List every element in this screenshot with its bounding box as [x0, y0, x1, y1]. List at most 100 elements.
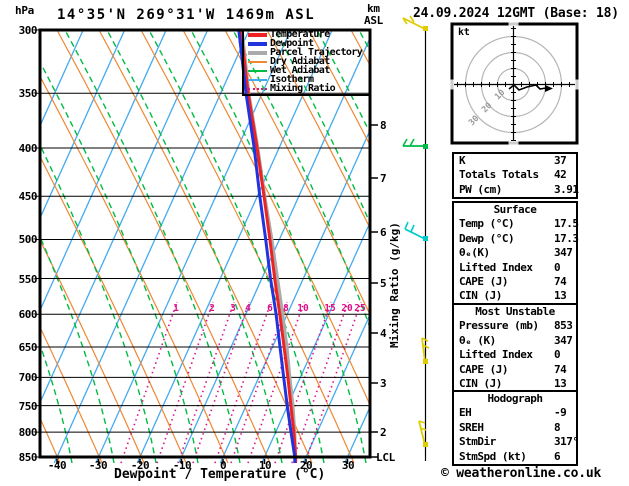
wind-barb — [402, 15, 428, 31]
indices-value: 42 — [554, 168, 567, 182]
surface-table: Surface Temp (°C) 17.5 Dewp (°C) 17.3 θₑ(K) 34… — [452, 201, 579, 306]
indices-row: Totals Totals 42 — [454, 168, 576, 182]
indices-table: K 37 Totals Totals 42 PW (cm) 3.91 — [452, 152, 579, 200]
hodograph-ring-label: 20 — [480, 101, 494, 115]
hodograph-table: Hodograph EH -9 SREH 8 StmDir 317° StmSpd (kt) 6 — [452, 390, 579, 466]
hodograph-value: 8 — [554, 420, 561, 434]
mixing-ratio-tick-label: 20 — [341, 303, 353, 314]
temp-tick-label: -30 — [88, 459, 108, 472]
mixing-ratio-tick-label: 6 — [267, 303, 273, 314]
isotherm-line — [53, 30, 250, 464]
wet-adiabat-line — [611, 30, 629, 463]
hodograph-row: SREH 8 — [454, 421, 576, 435]
indices-label: Totals Totals — [459, 168, 539, 182]
hodograph-plot: 102030 — [450, 22, 579, 145]
surface-label: CIN (J) — [459, 289, 502, 303]
dewpoint-legend-swatch — [248, 42, 267, 46]
mixing-ratio-line — [120, 301, 178, 464]
km-tick-label: 4 — [380, 327, 387, 340]
mixing-ratio-legend-swatch — [248, 88, 267, 90]
dry-adiabat-line — [603, 30, 629, 463]
surface-label: Temp (°C) — [459, 217, 515, 231]
most-unstable-value: 853 — [554, 319, 573, 333]
km-tick-label: 7 — [380, 172, 387, 185]
surface-label: θₑ(K) — [459, 246, 490, 260]
most-unstable-row: Pressure (mb) 853 — [454, 319, 576, 333]
temp-tick-label: 30 — [341, 459, 355, 472]
wind-barb — [404, 221, 428, 241]
km-tick-label: 6 — [380, 226, 387, 239]
surface-value: 17.5 — [554, 217, 579, 231]
wind-barb — [402, 138, 428, 149]
temp-tick-label: 0 — [219, 459, 227, 472]
hodograph-trace — [508, 83, 547, 91]
surface-value: 0 — [554, 260, 561, 274]
most-unstable-label: CIN (J) — [459, 376, 502, 390]
mixing-ratio-tick-label: 2 — [209, 303, 215, 314]
surface-row: Lifted Index 0 — [454, 261, 576, 275]
mixing-ratio-tick-label: 8 — [283, 303, 289, 314]
hodograph-title: Hodograph — [487, 392, 543, 405]
temp-tick-label: -10 — [172, 459, 192, 472]
pressure-tick-label: 650 — [18, 341, 38, 354]
surface-title: Surface — [493, 203, 537, 216]
hodograph-ring-label: 30 — [467, 114, 481, 128]
hodograph-row: EH -9 — [454, 406, 576, 420]
hodograph-value: 6 — [554, 449, 561, 463]
surface-label: Lifted Index — [459, 260, 533, 274]
temp-tick-label: 20 — [299, 459, 313, 472]
pressure-tick-label: 600 — [18, 308, 38, 321]
hodograph-row: StmSpd (kt) 6 — [454, 450, 576, 464]
surface-value: 17.3 — [554, 231, 579, 245]
most-unstable-value: 74 — [554, 362, 567, 376]
hodograph-label: EH — [459, 406, 472, 420]
indices-row: K 37 — [454, 154, 576, 168]
most-unstable-row: θₑ (K) 347 — [454, 334, 576, 348]
most-unstable-value: 0 — [554, 348, 561, 362]
pressure-tick-label: 850 — [18, 451, 38, 464]
pressure-tick-label: 750 — [18, 400, 38, 413]
indices-label: K — [459, 154, 466, 167]
temp-tick-label: -40 — [47, 459, 67, 472]
dry-adiabat-legend-swatch — [248, 61, 267, 63]
hodograph-value: -9 — [554, 406, 567, 420]
indices-row: PW (cm) 3.91 — [454, 182, 579, 197]
indices-label: PW (cm) — [459, 182, 502, 196]
isotherm-line — [40, 30, 209, 405]
skewt-sounding-page: hPa 14°35'N 269°31'W 1469m ASL km ASL 24… — [0, 0, 629, 486]
most-unstable-label: Lifted Index — [459, 348, 533, 362]
wind-barb — [418, 420, 428, 447]
mixing-ratio-tick-label: 25 — [354, 303, 366, 314]
surface-row: CIN (J) 13 — [454, 289, 576, 303]
pressure-tick-label: 550 — [18, 273, 38, 286]
most-unstable-row: Lifted Index 0 — [454, 348, 576, 362]
wet-adiabat-legend-swatch — [248, 70, 267, 72]
hodograph-label: SREH — [459, 420, 484, 434]
surface-label: Dewp (°C) — [459, 231, 515, 245]
most-unstable-value: 347 — [554, 333, 573, 347]
dry-adiabat-line — [40, 75, 229, 464]
hodograph-row: StmDir 317° — [454, 435, 579, 449]
most-unstable-title: Most Unstable — [475, 305, 555, 318]
hodograph-ring-label: 10 — [493, 88, 507, 102]
km-tick-label: 8 — [380, 119, 387, 132]
indices-value: 3.91 — [554, 182, 579, 196]
surface-row: Dewp (°C) 17.3 — [454, 231, 579, 246]
temp-tick-label: -20 — [130, 459, 150, 472]
pressure-tick-label: 500 — [18, 233, 38, 246]
dry-adiabat-line — [56, 30, 271, 464]
km-tick-label: 5 — [380, 277, 387, 290]
surface-value: 74 — [554, 274, 567, 288]
hodograph-trace-arrowhead — [545, 85, 553, 92]
mixing-ratio-tick-label: 1 — [173, 303, 179, 314]
legend-item-label: Mixing Ratio — [270, 83, 336, 94]
parcel-trajectory-legend-swatch — [248, 51, 267, 55]
hodograph-label: StmSpd (kt) — [459, 449, 527, 463]
mixing-ratio-tick-label: 10 — [297, 303, 309, 314]
temp-tick-label: 10 — [258, 459, 272, 472]
legend-item: Mixing Ratio — [244, 83, 370, 94]
surface-label: CAPE (J) — [459, 274, 508, 288]
surface-row: CAPE (J) 74 — [454, 275, 576, 289]
most-unstable-label: CAPE (J) — [459, 362, 508, 376]
isotherm-legend-swatch — [248, 79, 267, 81]
